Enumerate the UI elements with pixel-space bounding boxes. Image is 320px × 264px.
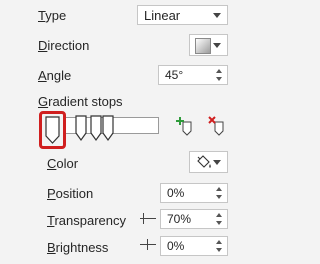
position-value: 0% [167,186,185,200]
gradient-direction-icon [195,38,211,54]
remove-gradient-stop-button[interactable] [208,116,226,136]
gradient-stop-2[interactable] [74,115,88,143]
chevron-down-icon [213,43,221,48]
add-gradient-stop-icon [176,117,192,136]
gradient-stops-label: Gradient stops [38,94,123,109]
spinner-down-icon[interactable] [216,248,222,252]
angle-label: Angle [38,68,72,83]
position-spinner[interactable]: 0% [160,183,228,203]
transparency-label: Transparency [47,213,127,228]
brightness-spinner[interactable]: 0% [160,236,228,256]
spinner-up-icon[interactable] [216,213,222,217]
remove-gradient-stop-icon [208,116,224,136]
spinner-down-icon[interactable] [216,221,222,225]
color-picker-button[interactable] [189,151,228,173]
gradient-stop-selected[interactable] [39,111,66,149]
direction-dropdown[interactable] [189,34,228,56]
spinner-down-icon[interactable] [216,195,222,199]
color-label: Color [47,156,79,171]
brightness-label: Brightness [47,240,109,255]
brightness-value: 0% [167,239,185,253]
spinner-up-icon[interactable] [216,187,222,191]
transparency-spinner[interactable]: 70% [160,209,228,229]
type-dropdown-value: Linear [144,8,181,23]
paint-bucket-icon [197,155,211,168]
transparency-slider-thumb[interactable] [143,213,144,224]
transparency-value: 70% [167,212,192,226]
chevron-down-icon [213,160,221,165]
brightness-slider[interactable] [140,244,156,245]
spinner-up-icon[interactable] [216,240,222,244]
type-label: Type [38,8,67,23]
angle-value: 45° [165,68,184,82]
add-gradient-stop-button[interactable] [176,116,194,136]
type-dropdown[interactable]: Linear [137,5,228,25]
direction-label: Direction [38,38,90,53]
angle-spinner[interactable]: 45° [158,65,228,85]
spinner-down-icon[interactable] [216,77,222,81]
chevron-down-icon [213,13,221,18]
gradient-stop-4[interactable] [101,115,115,143]
brightness-slider-thumb[interactable] [147,239,148,250]
position-label: Position [47,186,94,201]
spinner-up-icon[interactable] [216,69,222,73]
